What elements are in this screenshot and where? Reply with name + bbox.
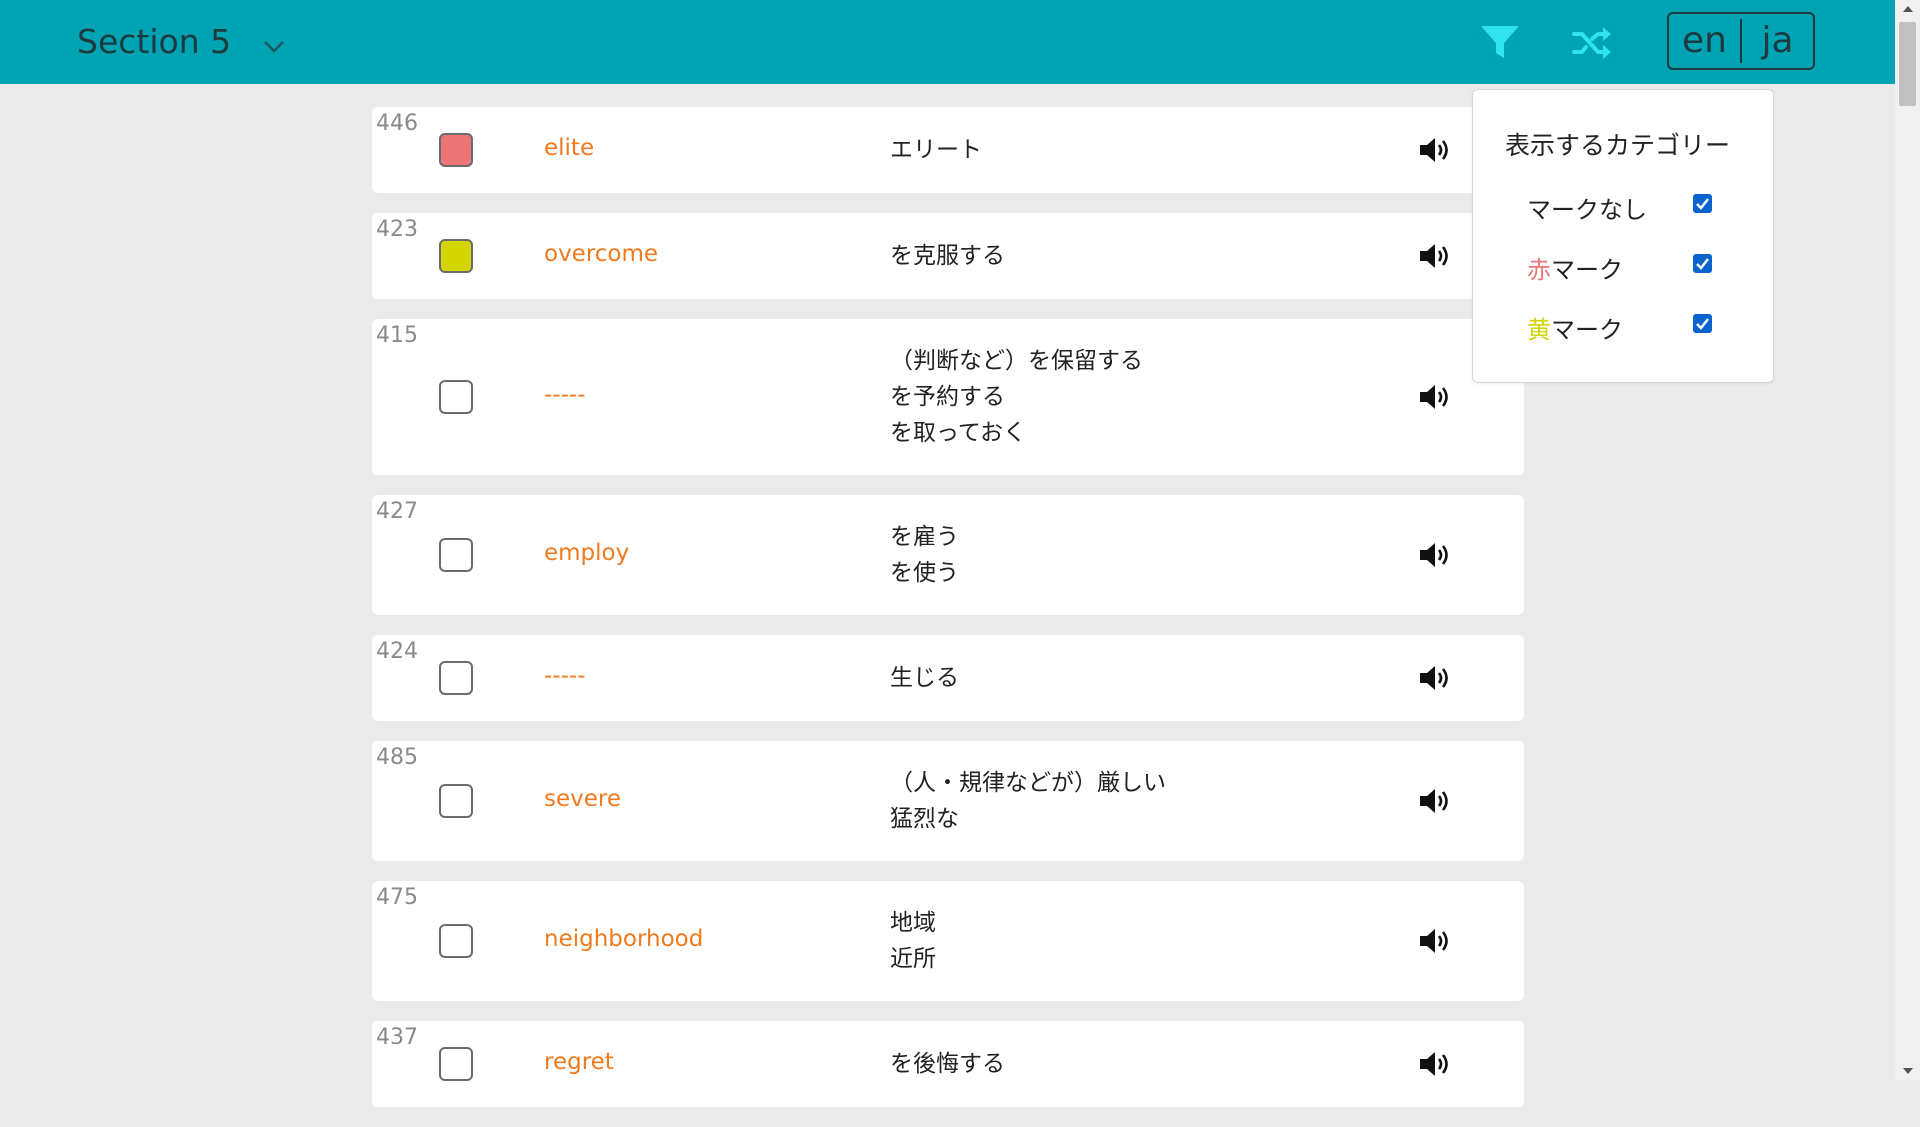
mark-checkbox[interactable] xyxy=(439,380,473,414)
english-word[interactable]: regret xyxy=(544,1049,614,1075)
filter-option-prefix: 赤 xyxy=(1527,256,1551,284)
filter-option-no-mark[interactable]: マークなし xyxy=(1527,188,1747,224)
filter-option-prefix: 黄 xyxy=(1527,316,1551,344)
word-card: 446 elite エリート xyxy=(372,107,1524,193)
japanese-meanings: 地域 近所 xyxy=(890,905,936,977)
word-card: 475 neighborhood 地域近所 xyxy=(372,881,1524,1001)
english-word[interactable]: severe xyxy=(544,786,621,812)
app-header: Section 5 en ja xyxy=(0,0,1895,84)
filter-option-text: マークなし xyxy=(1527,196,1647,224)
word-number: 485 xyxy=(376,745,418,770)
meaning-line: を後悔する xyxy=(890,1051,1005,1077)
meaning-line: 地域 xyxy=(890,910,936,936)
filter-option-yellow-mark[interactable]: 黄マーク xyxy=(1527,308,1747,344)
japanese-meanings: エリート xyxy=(890,132,982,168)
english-word[interactable]: overcome xyxy=(544,241,658,267)
word-number: 437 xyxy=(376,1025,418,1050)
japanese-meanings: 生じる xyxy=(890,660,959,696)
word-card: 437 regret を後悔する xyxy=(372,1021,1524,1107)
lang-ja-option[interactable]: ja xyxy=(1742,16,1813,66)
meaning-line: を雇う xyxy=(890,524,959,550)
meaning-line: 近所 xyxy=(890,946,936,972)
english-word[interactable]: employ xyxy=(544,540,629,566)
speaker-icon[interactable] xyxy=(1418,926,1452,956)
scroll-down-arrow-icon[interactable] xyxy=(1903,1068,1913,1074)
english-word[interactable]: ----- xyxy=(544,663,586,689)
word-card: 427 employ を雇うを使う xyxy=(372,495,1524,615)
japanese-meanings: （人・規律などが）厳しい 猛烈な xyxy=(890,765,1166,837)
word-card: 423 overcome を克服する xyxy=(372,213,1524,299)
word-card: 415 ----- （判断など）を保留する を予約するを取っておく xyxy=(372,319,1524,475)
speaker-icon[interactable] xyxy=(1418,135,1452,165)
speaker-icon[interactable] xyxy=(1418,382,1452,412)
filter-icon[interactable] xyxy=(1480,24,1520,60)
japanese-meanings: （判断など）を保留する を予約するを取っておく xyxy=(890,343,1143,451)
scroll-up-arrow-icon[interactable] xyxy=(1903,6,1913,12)
check-icon xyxy=(1696,258,1709,270)
meaning-line: を克服する xyxy=(890,243,1005,269)
mark-checkbox[interactable] xyxy=(439,924,473,958)
category-filter-popover: 表示するカテゴリー マークなし 赤マーク 黄マーク xyxy=(1472,89,1774,383)
word-list: 446 elite エリート 423 overcome を克服する 415 ----- （判断な… xyxy=(372,107,1524,1127)
speaker-icon[interactable] xyxy=(1418,786,1452,816)
speaker-icon[interactable] xyxy=(1418,241,1452,271)
filter-option-label: マークなし xyxy=(1527,190,1647,225)
japanese-meanings: を克服する xyxy=(890,238,1005,274)
speaker-icon[interactable] xyxy=(1418,1049,1452,1079)
word-card: 424 ----- 生じる xyxy=(372,635,1524,721)
meaning-line: （判断など）を保留する xyxy=(890,348,1143,374)
meaning-line: （人・規律などが）厳しい xyxy=(890,770,1166,796)
popover-title: 表示するカテゴリー xyxy=(1505,131,1731,160)
chevron-down-icon[interactable] xyxy=(262,34,286,58)
section-title[interactable]: Section 5 xyxy=(77,22,231,62)
mark-checkbox[interactable] xyxy=(439,1047,473,1081)
word-card: 485 severe （人・規律などが）厳しい 猛烈な xyxy=(372,741,1524,861)
no-mark-checkbox[interactable] xyxy=(1693,194,1712,213)
meaning-line: 猛烈な xyxy=(890,806,959,832)
meaning-line: エリート xyxy=(890,137,982,163)
scroll-thumb[interactable] xyxy=(1899,22,1916,106)
japanese-meanings: を後悔する xyxy=(890,1046,1005,1082)
english-word[interactable]: neighborhood xyxy=(544,926,703,952)
word-number: 415 xyxy=(376,323,418,348)
filter-option-text: マーク xyxy=(1551,256,1623,284)
check-icon xyxy=(1696,198,1709,210)
filter-option-label: 黄マーク xyxy=(1527,310,1623,345)
meaning-line: を取っておく xyxy=(890,420,1027,446)
yellow-mark-checkbox[interactable] xyxy=(1693,314,1712,333)
speaker-icon[interactable] xyxy=(1418,540,1452,570)
mark-checkbox[interactable] xyxy=(439,784,473,818)
word-number: 475 xyxy=(376,885,418,910)
lang-en-option[interactable]: en xyxy=(1669,16,1740,66)
meaning-line: 生じる xyxy=(890,665,959,691)
word-number: 446 xyxy=(376,111,418,136)
word-number: 424 xyxy=(376,639,418,664)
scrollbar[interactable] xyxy=(1895,0,1920,1080)
mark-checkbox[interactable] xyxy=(439,538,473,572)
language-toggle: en ja xyxy=(1667,12,1815,70)
mark-checkbox[interactable] xyxy=(439,661,473,695)
filter-option-label: 赤マーク xyxy=(1527,250,1623,285)
speaker-icon[interactable] xyxy=(1418,663,1452,693)
shuffle-icon[interactable] xyxy=(1572,26,1612,60)
filter-option-red-mark[interactable]: 赤マーク xyxy=(1527,248,1747,284)
meaning-line: を使う xyxy=(890,560,959,586)
word-number: 427 xyxy=(376,499,418,524)
word-number: 423 xyxy=(376,217,418,242)
filter-option-text: マーク xyxy=(1551,316,1623,344)
english-word[interactable]: ----- xyxy=(544,382,586,408)
red-mark-checkbox[interactable] xyxy=(1693,254,1712,273)
japanese-meanings: を雇う を使う xyxy=(890,519,959,591)
mark-checkbox[interactable] xyxy=(439,133,473,167)
mark-checkbox[interactable] xyxy=(439,239,473,273)
check-icon xyxy=(1696,318,1709,330)
english-word[interactable]: elite xyxy=(544,135,594,161)
meaning-line: を予約する xyxy=(890,384,1005,410)
